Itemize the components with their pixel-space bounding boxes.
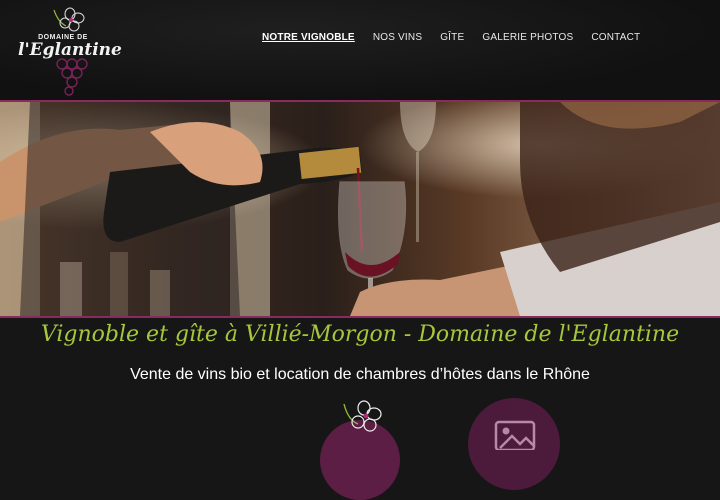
site-header: DOMAINE DE l'Eglantine NOTRE VIGNOBLE NO… (0, 0, 720, 100)
nav-item-contact[interactable]: CONTACT (591, 32, 640, 43)
logo-line2: l'Eglantine (18, 40, 122, 60)
nav-item-nos-vins[interactable]: NOS VINS (373, 32, 422, 43)
site-logo[interactable]: DOMAINE DE l'Eglantine (14, 4, 122, 96)
hero-tagline: Vignoble et gîte à Villié-Morgon - Domai… (40, 322, 680, 347)
main-nav: NOTRE VIGNOBLE NOS VINS GÎTE GALERIE PHO… (262, 32, 658, 43)
flower-icon (343, 400, 382, 432)
hero-image (0, 100, 720, 318)
image-icon (494, 420, 536, 450)
wine-pouring-photo (0, 102, 720, 316)
hero-subtitle: Vente de vins bio et location de chambre… (130, 366, 590, 383)
nav-item-galerie-photos[interactable]: GALERIE PHOTOS (482, 32, 573, 43)
nav-item-gite[interactable]: GÎTE (440, 32, 464, 43)
nav-item-notre-vignoble[interactable]: NOTRE VIGNOBLE (262, 32, 355, 43)
